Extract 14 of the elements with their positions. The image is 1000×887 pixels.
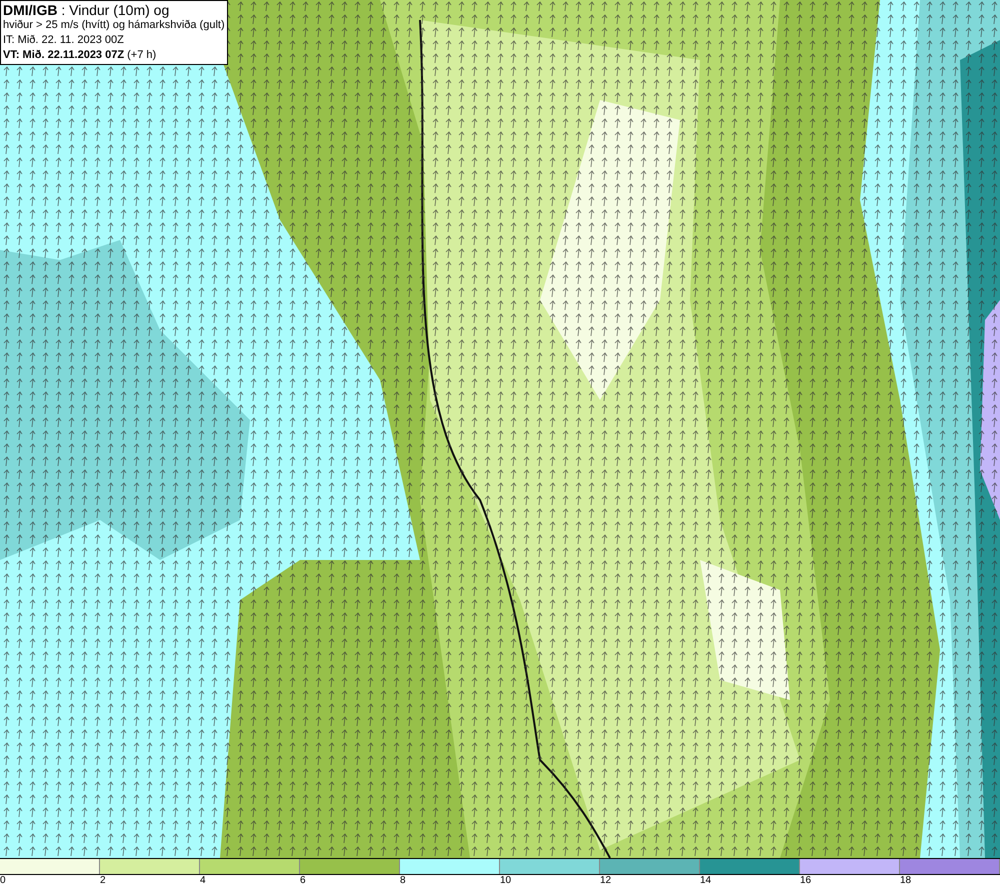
- legend-tick-label: 18: [900, 875, 912, 887]
- legend-tick-label: 0: [0, 875, 6, 887]
- legend-tick-label: 10: [500, 875, 512, 887]
- legend-tick-label: 16: [800, 875, 812, 887]
- legend-tick-label: 2: [100, 875, 106, 887]
- legend-tick-label: 14: [700, 875, 712, 887]
- info-text: hviður > 25 m/s (hvítt) og hámarkshviða (gult): [3, 18, 225, 33]
- legend-tick-label: 12: [600, 875, 612, 887]
- legend-tick-label: 4: [200, 875, 206, 887]
- legend-tick-label: 6: [300, 875, 306, 887]
- legend-tick-label: 8: [400, 875, 406, 887]
- info-text: DMI/IGB : Vindur (10m) og: [3, 2, 170, 18]
- info-text: IT: Mið. 22. 11. 2023 00Z: [3, 33, 125, 48]
- info-text: VT: Mið. 22.11.2023 07Z (+7 h): [3, 48, 158, 63]
